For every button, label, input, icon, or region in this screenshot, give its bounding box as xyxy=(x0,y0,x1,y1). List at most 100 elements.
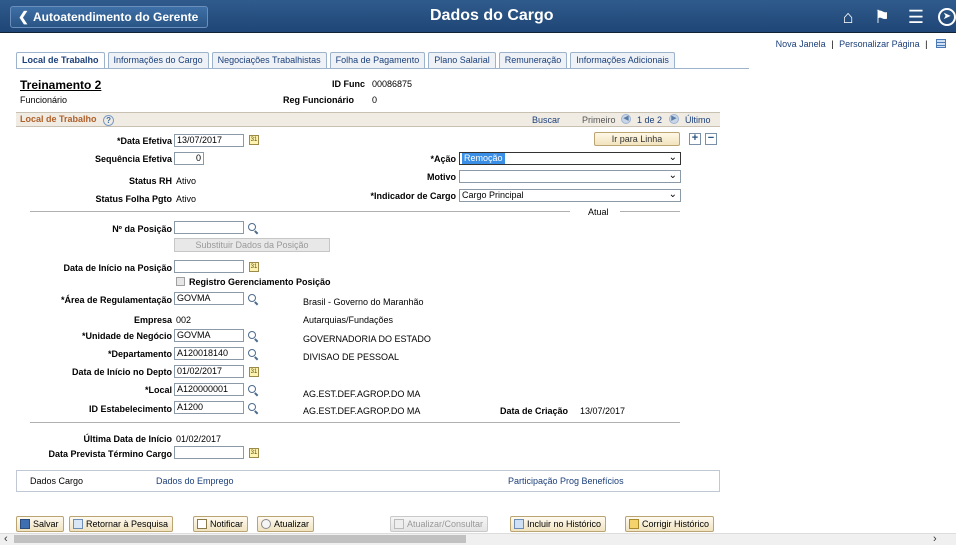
correct-history-button[interactable]: Corrigir Histórico xyxy=(625,516,715,532)
employee-role: Funcionário xyxy=(20,95,68,105)
posicao-label: Nº da Posição xyxy=(112,224,172,234)
tab-divider xyxy=(16,68,749,69)
flag-icon[interactable]: ⚑ xyxy=(871,6,893,28)
reg-funcionario-label: Reg Funcionário xyxy=(283,95,355,105)
sequencia-label: Sequência Efetiva xyxy=(94,154,172,164)
employee-name: Treinamento 2 xyxy=(20,78,102,92)
inicio-depto-input[interactable]: 01/02/2017 xyxy=(174,365,244,378)
estabelecimento-input[interactable]: A1200 xyxy=(174,401,244,414)
calendar-icon[interactable]: 31 xyxy=(249,448,259,458)
first-link[interactable]: Primeiro xyxy=(582,115,616,125)
add-row-button[interactable]: + xyxy=(689,133,701,145)
data-efetiva-input[interactable]: 13/07/2017 xyxy=(174,134,244,147)
tab-informacoes-cargo[interactable]: Informações do Cargo xyxy=(107,52,209,68)
data-criacao-label: Data de Criação xyxy=(500,406,569,416)
acao-select[interactable]: Remoção ⌄ xyxy=(459,152,681,165)
home-icon[interactable]: ⌂ xyxy=(837,6,859,28)
refresh-button[interactable]: Atualizar xyxy=(257,516,315,532)
include-history-button[interactable]: Incluir no Histórico xyxy=(510,516,607,532)
include-history-icon xyxy=(514,519,524,529)
last-link[interactable]: Último xyxy=(685,115,711,125)
scroll-right-icon[interactable]: › xyxy=(933,533,937,545)
divider xyxy=(30,211,570,212)
unidade-label: *Unidade de Negócio xyxy=(81,331,172,341)
status-folha-label: Status Folha Pgto xyxy=(95,194,173,204)
status-rh-label: Status RH xyxy=(128,176,172,186)
posicao-input[interactable] xyxy=(174,221,244,234)
back-button-label: Autoatendimento do Gerente xyxy=(33,10,199,24)
notify-icon xyxy=(197,519,207,529)
registro-label: Registro Gerenciamento Posição xyxy=(189,277,331,287)
return-to-search-button[interactable]: Retornar à Pesquisa xyxy=(69,516,174,532)
search-icon[interactable] xyxy=(248,331,259,342)
ultima-data-inicio-label: Última Data de Início xyxy=(83,434,172,444)
save-icon xyxy=(20,519,30,529)
atual-label: Atual xyxy=(588,207,609,217)
registro-checkbox[interactable] xyxy=(176,277,185,286)
previous-arrow-icon[interactable]: ◀ xyxy=(621,114,631,124)
status-folha-value: Ativo xyxy=(176,194,197,204)
estabelecimento-description: AG.EST.DEF.AGROP.DO MA xyxy=(303,406,421,416)
calendar-icon[interactable]: 31 xyxy=(249,262,259,272)
update-display-button-label: Atualizar/Consultar xyxy=(407,519,484,529)
search-icon[interactable] xyxy=(248,349,259,360)
indicador-cargo-selected-value: Cargo Principal xyxy=(462,190,524,200)
save-button[interactable]: Salvar xyxy=(16,516,64,532)
refresh-icon xyxy=(261,519,271,529)
tab-folha-pagamento[interactable]: Folha de Pagamento xyxy=(329,52,426,68)
grid-icon[interactable] xyxy=(936,39,946,48)
substituir-dados-posicao-button[interactable]: Substituir Dados da Posição xyxy=(174,238,330,252)
chevron-down-icon: ⌄ xyxy=(668,189,677,200)
row-count: 1 de 2 xyxy=(637,115,663,125)
estabelecimento-label: ID Estabelecimento xyxy=(88,404,172,414)
empresa-label: Empresa xyxy=(133,315,172,325)
search-icon[interactable] xyxy=(248,385,259,396)
area-label: *Área de Regulamentação xyxy=(60,295,172,305)
motivo-select[interactable]: ⌄ xyxy=(459,170,681,183)
local-description: AG.EST.DEF.AGROP.DO MA xyxy=(303,389,421,399)
search-icon[interactable] xyxy=(248,294,259,305)
back-button[interactable]: ❮ Autoatendimento do Gerente xyxy=(10,6,208,28)
update-display-button[interactable]: Atualizar/Consultar xyxy=(390,516,489,532)
new-window-link[interactable]: Nova Janela xyxy=(776,39,826,49)
buscar-link[interactable]: Buscar xyxy=(532,115,560,125)
inicio-depto-label: Data de Início no Depto xyxy=(71,367,172,377)
compass-icon[interactable]: ➤ xyxy=(938,8,956,26)
calendar-icon[interactable]: 31 xyxy=(249,135,259,145)
help-icon[interactable]: ? xyxy=(103,115,115,126)
data-criacao-value: 13/07/2017 xyxy=(580,406,626,416)
next-arrow-icon[interactable]: ▶ xyxy=(669,114,679,124)
local-input[interactable]: A120000001 xyxy=(174,383,244,396)
inicio-posicao-input[interactable] xyxy=(174,260,244,273)
personalize-page-link[interactable]: Personalizar Página xyxy=(839,39,920,49)
delete-row-button[interactable]: − xyxy=(705,133,717,145)
empresa-value: 002 xyxy=(176,315,192,325)
include-history-button-label: Incluir no Histórico xyxy=(527,519,602,529)
empresa-description: Autarquias/Fundações xyxy=(303,315,394,325)
tab-negociacoes-trabalhistas[interactable]: Negociações Trabalhistas xyxy=(211,52,327,68)
termino-input[interactable] xyxy=(174,446,244,459)
search-icon[interactable] xyxy=(248,223,259,234)
tab-informacoes-adicionais[interactable]: Informações Adicionais xyxy=(570,52,675,68)
calendar-icon[interactable]: 31 xyxy=(249,367,259,377)
departamento-input[interactable]: A120018140 xyxy=(174,347,244,360)
notify-button[interactable]: Notificar xyxy=(193,516,249,532)
tab-remuneracao[interactable]: Remuneração xyxy=(498,52,568,68)
area-input[interactable]: GOVMA xyxy=(174,292,244,305)
unidade-input[interactable]: GOVMA xyxy=(174,329,244,342)
reg-funcionario-value: 0 xyxy=(372,95,378,105)
indicador-cargo-select[interactable]: Cargo Principal ⌄ xyxy=(459,189,681,202)
status-rh-value: Ativo xyxy=(176,176,197,186)
menu-icon[interactable]: ☰ xyxy=(905,6,927,28)
tab-plano-salarial[interactable]: Plano Salarial xyxy=(428,52,496,68)
motivo-label: Motivo xyxy=(427,172,456,182)
go-to-row-button[interactable]: Ir para Linha xyxy=(594,132,680,146)
sequencia-input[interactable]: 0 xyxy=(174,152,204,165)
scrollbar-thumb[interactable] xyxy=(14,535,466,543)
dados-emprego-link[interactable]: Dados do Emprego xyxy=(156,476,234,486)
tab-local-trabalho[interactable]: Local de Trabalho xyxy=(16,52,105,69)
scroll-left-icon[interactable]: ‹ xyxy=(4,533,8,545)
refresh-button-label: Atualizar xyxy=(274,519,310,529)
participacao-beneficios-link[interactable]: Participação Prog Benefícios xyxy=(508,476,624,486)
search-icon[interactable] xyxy=(248,403,259,414)
